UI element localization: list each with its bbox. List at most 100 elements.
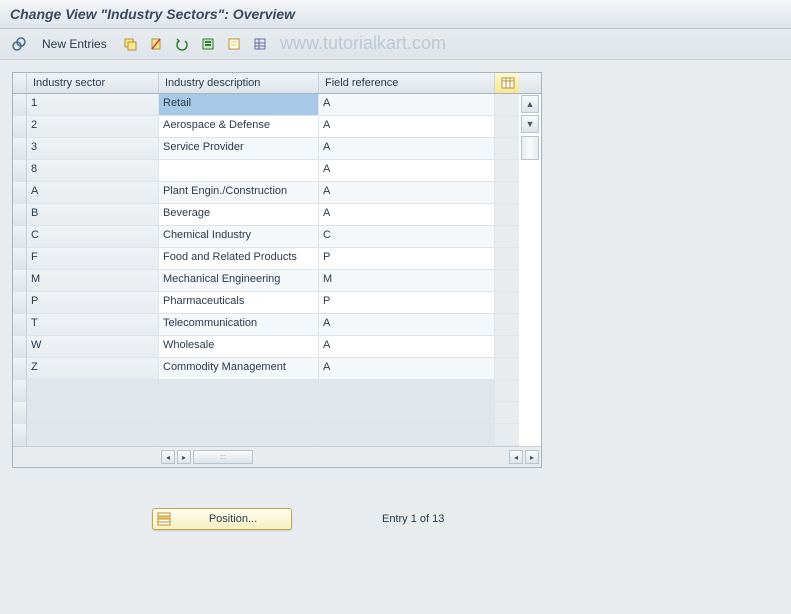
cell-empty[interactable]: [27, 424, 159, 446]
header-selector[interactable]: [13, 73, 27, 93]
cell-reference[interactable]: C: [319, 226, 495, 248]
row-selector[interactable]: [13, 380, 27, 402]
cell-description[interactable]: Commodity Management: [159, 358, 319, 380]
footer: Position... Entry 1 of 13: [12, 508, 779, 530]
row-selector[interactable]: [13, 226, 27, 248]
select-all-icon[interactable]: [197, 33, 219, 55]
cell-reference[interactable]: A: [319, 138, 495, 160]
row-selector[interactable]: [13, 314, 27, 336]
cell-description[interactable]: Aerospace & Defense: [159, 116, 319, 138]
cell-empty[interactable]: [159, 380, 319, 402]
deselect-all-icon[interactable]: [223, 33, 245, 55]
header-description[interactable]: Industry description: [159, 73, 319, 93]
hscroll-right-end-icon[interactable]: ▸: [525, 450, 539, 464]
cell-reference[interactable]: A: [319, 94, 495, 116]
cell-empty[interactable]: [319, 380, 495, 402]
table-row: MMechanical EngineeringM: [13, 270, 541, 292]
header-reference[interactable]: Field reference: [319, 73, 495, 93]
cell-reference[interactable]: A: [319, 314, 495, 336]
hscroll-left-icon[interactable]: ▸: [177, 450, 191, 464]
cell-sector: F: [27, 248, 159, 270]
cell-sector: P: [27, 292, 159, 314]
row-selector[interactable]: [13, 116, 27, 138]
scroll-thumb[interactable]: [521, 136, 539, 160]
row-selector[interactable]: [13, 160, 27, 182]
cell-sector: B: [27, 204, 159, 226]
cell-reference[interactable]: A: [319, 204, 495, 226]
cell-sector: 1: [27, 94, 159, 116]
table-row-empty: [13, 380, 541, 402]
cell-description[interactable]: [159, 160, 319, 182]
cell-reference[interactable]: A: [319, 160, 495, 182]
table-settings-icon[interactable]: [249, 33, 271, 55]
configure-columns-icon[interactable]: [495, 73, 519, 93]
cell-reference[interactable]: P: [319, 248, 495, 270]
row-selector[interactable]: [13, 138, 27, 160]
cell-description[interactable]: Chemical Industry: [159, 226, 319, 248]
row-selector[interactable]: [13, 424, 27, 446]
hscroll-thumb[interactable]: :::: [193, 450, 253, 464]
cell-sector: W: [27, 336, 159, 358]
row-selector[interactable]: [13, 204, 27, 226]
row-selector[interactable]: [13, 292, 27, 314]
table-container: Industry sector Industry description Fie…: [12, 72, 542, 468]
row-selector[interactable]: [13, 182, 27, 204]
vertical-scrollbar[interactable]: ▲ ▼: [521, 94, 539, 446]
header-sector[interactable]: Industry sector: [27, 73, 159, 93]
row-selector[interactable]: [13, 270, 27, 292]
toggle-display-change-icon[interactable]: [8, 33, 30, 55]
table-row: 3Service ProviderA: [13, 138, 541, 160]
cell-empty[interactable]: [27, 380, 159, 402]
cell-reference[interactable]: A: [319, 116, 495, 138]
cell-description[interactable]: Telecommunication: [159, 314, 319, 336]
row-selector[interactable]: [13, 358, 27, 380]
table-row: 1RetailA: [13, 94, 541, 116]
cell-description[interactable]: Retail: [159, 94, 319, 116]
cell-empty[interactable]: [159, 424, 319, 446]
scroll-down-icon[interactable]: ▼: [521, 115, 539, 133]
hscroll-left-start-icon[interactable]: ◂: [161, 450, 175, 464]
table-header: Industry sector Industry description Fie…: [13, 73, 541, 94]
cell-sector: 8: [27, 160, 159, 182]
toolbar: New Entries: [0, 29, 791, 60]
cell-sector: A: [27, 182, 159, 204]
page-title: Change View "Industry Sectors": Overview: [10, 6, 781, 22]
row-selector[interactable]: [13, 402, 27, 424]
table-row: ZCommodity ManagementA: [13, 358, 541, 380]
row-selector[interactable]: [13, 94, 27, 116]
cell-description[interactable]: Pharmaceuticals: [159, 292, 319, 314]
cell-empty[interactable]: [319, 424, 495, 446]
table-row: 8A: [13, 160, 541, 182]
cell-empty[interactable]: [27, 402, 159, 424]
cell-reference[interactable]: M: [319, 270, 495, 292]
new-entries-button[interactable]: New Entries: [34, 34, 115, 54]
cell-reference[interactable]: A: [319, 182, 495, 204]
cell-description[interactable]: Plant Engin./Construction: [159, 182, 319, 204]
cell-reference[interactable]: A: [319, 358, 495, 380]
undo-icon[interactable]: [171, 33, 193, 55]
hscroll-right-icon[interactable]: ◂: [509, 450, 523, 464]
cell-empty[interactable]: [319, 402, 495, 424]
scroll-up-icon[interactable]: ▲: [521, 95, 539, 113]
cell-description[interactable]: Service Provider: [159, 138, 319, 160]
cell-description[interactable]: Wholesale: [159, 336, 319, 358]
row-selector[interactable]: [13, 336, 27, 358]
row-selector[interactable]: [13, 248, 27, 270]
cell-description[interactable]: Mechanical Engineering: [159, 270, 319, 292]
cell-sector: M: [27, 270, 159, 292]
table-row: APlant Engin./ConstructionA: [13, 182, 541, 204]
cell-description[interactable]: Beverage: [159, 204, 319, 226]
table-row: PPharmaceuticalsP: [13, 292, 541, 314]
cell-reference[interactable]: A: [319, 336, 495, 358]
cell-sector: C: [27, 226, 159, 248]
position-icon: [157, 512, 173, 526]
cell-sector: Z: [27, 358, 159, 380]
cell-description[interactable]: Food and Related Products: [159, 248, 319, 270]
cell-reference[interactable]: P: [319, 292, 495, 314]
cell-empty[interactable]: [159, 402, 319, 424]
table-row: FFood and Related ProductsP: [13, 248, 541, 270]
copy-as-icon[interactable]: [119, 33, 141, 55]
table-row-empty: [13, 424, 541, 446]
delete-icon[interactable]: [145, 33, 167, 55]
position-button[interactable]: Position...: [152, 508, 292, 530]
